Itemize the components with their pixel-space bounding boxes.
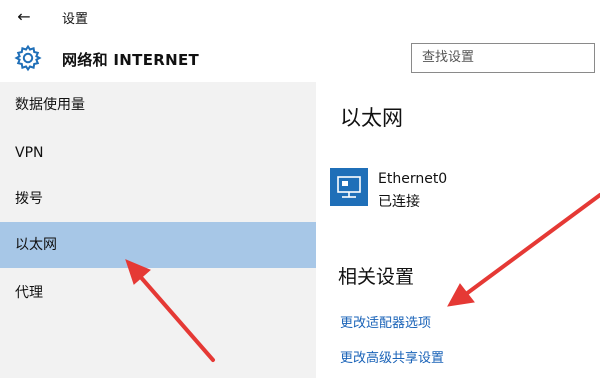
change-adapter-options-link[interactable]: 更改适配器选项	[340, 312, 431, 331]
sidebar-item-dialup[interactable]: 拨号	[0, 176, 316, 222]
section-title: 网络和 INTERNET	[62, 51, 200, 69]
change-advanced-sharing-link[interactable]: 更改高级共享设置	[340, 347, 444, 366]
adapter-status: 已连接	[378, 194, 420, 210]
related-settings-heading: 相关设置	[338, 266, 415, 288]
sidebar-item-proxy[interactable]: 代理	[0, 270, 316, 316]
sidebar-item-data-usage[interactable]: 数据使用量	[0, 82, 316, 128]
main-content: 以太网 Ethernet0 已连接 相关设置 更改适配器选项 更改高级共享设置	[316, 82, 600, 378]
page-header: 网络和 INTERNET	[0, 34, 600, 82]
gear-icon	[14, 44, 42, 72]
back-button[interactable]: ←	[12, 7, 36, 27]
sidebar: 数据使用量 VPN 拨号 以太网 代理	[0, 82, 316, 378]
title-bar: ← 设置	[0, 0, 600, 34]
ethernet-icon	[330, 168, 368, 206]
search-box[interactable]	[411, 43, 595, 73]
sidebar-item-vpn[interactable]: VPN	[0, 130, 316, 176]
sidebar-item-ethernet[interactable]: 以太网	[0, 222, 316, 268]
adapter-name[interactable]: Ethernet0	[378, 171, 447, 187]
window-title: 设置	[62, 12, 89, 27]
search-input[interactable]	[420, 49, 589, 66]
page-title: 以太网	[340, 106, 403, 130]
